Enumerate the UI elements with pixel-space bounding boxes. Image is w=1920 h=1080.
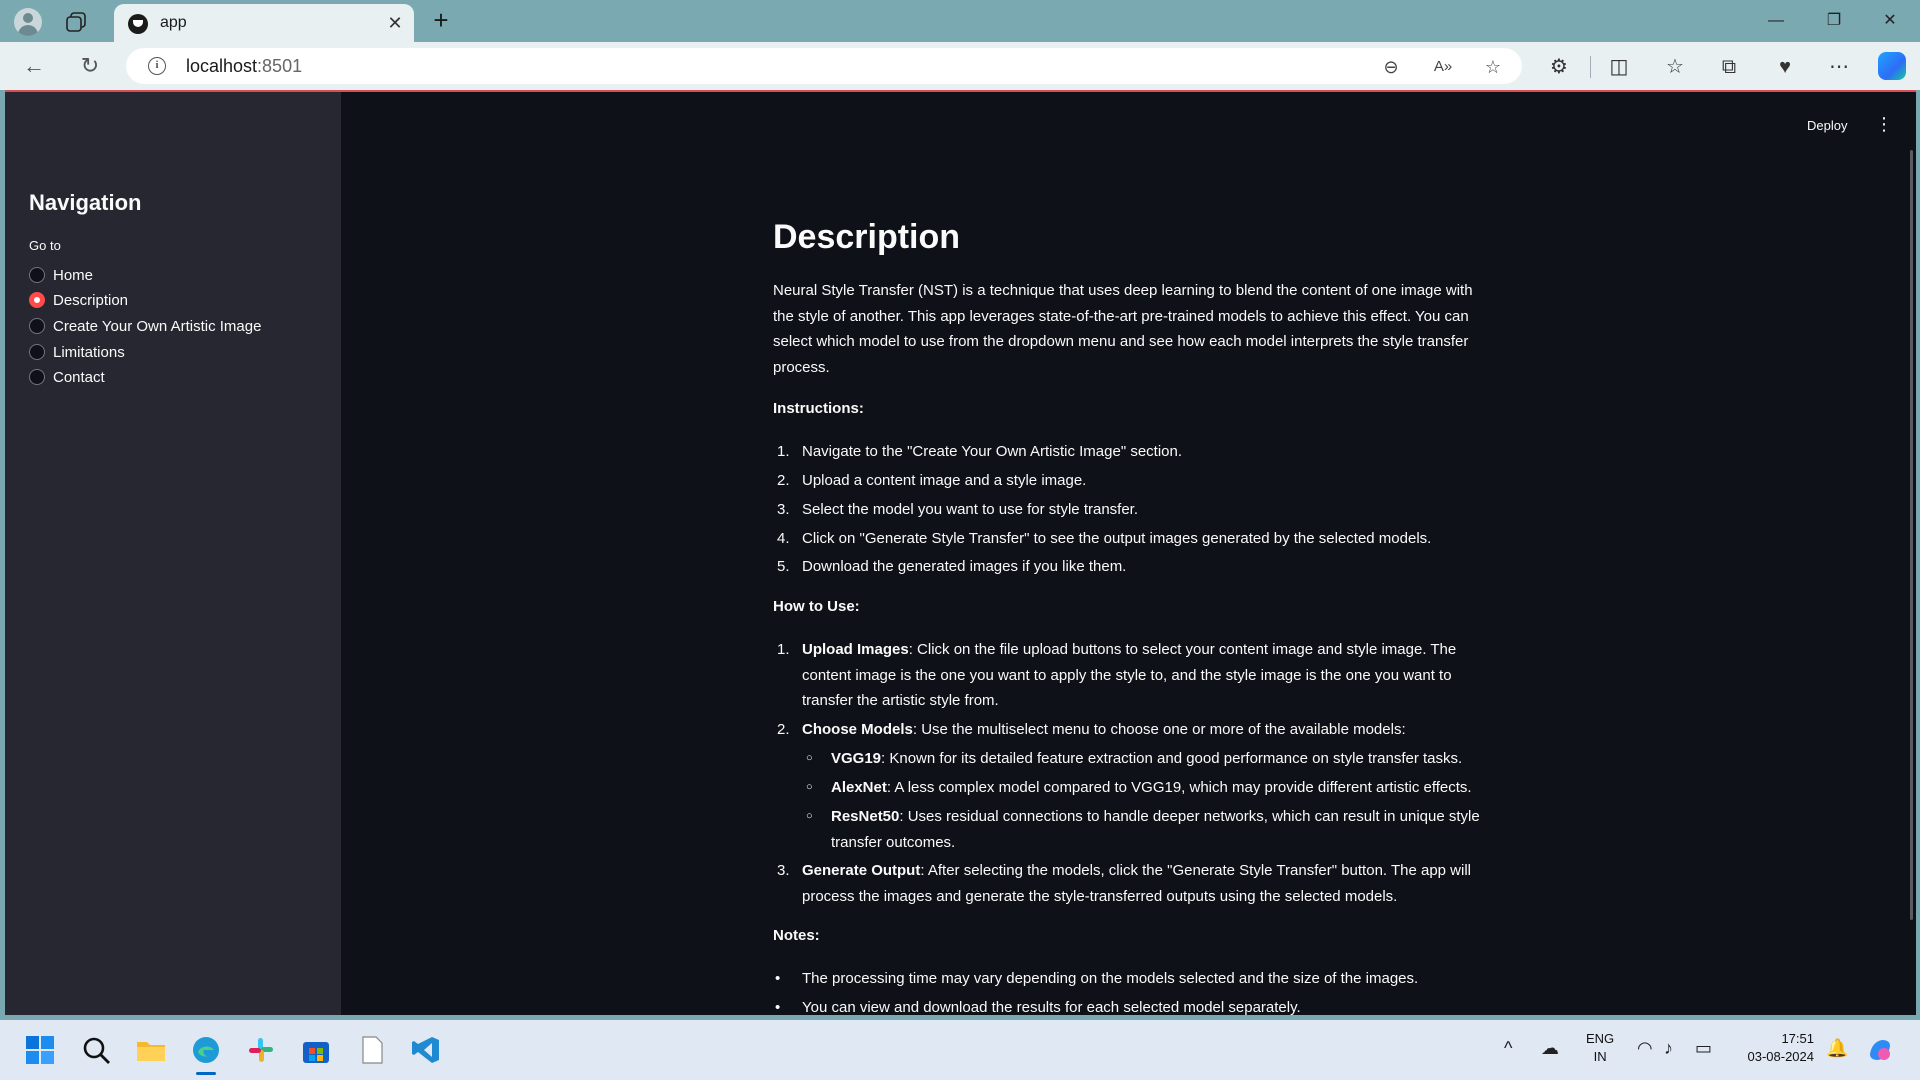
sidebar: Navigation Go to Home Description Create…	[5, 92, 341, 1015]
radio-button-selected[interactable]	[29, 292, 45, 308]
window-close-icon[interactable]: ✕	[1870, 6, 1910, 36]
list-item-text: Download the generated images if you lik…	[802, 558, 1127, 575]
clock-date: 03-08-2024	[1747, 1049, 1815, 1064]
list-item-text: Select the model you want to use for sty…	[802, 501, 1139, 518]
list-item-text: Click on "Generate Style Transfer" to se…	[802, 530, 1432, 547]
list-item-text: : Use the multiselect menu to choose one…	[912, 721, 1406, 738]
nav-option-label: Create Your Own Artistic Image	[53, 317, 262, 335]
start-windows-icon[interactable]	[24, 1034, 56, 1066]
nav-option-label: Home	[53, 266, 94, 284]
address-bar[interactable]: i localhost:8501 ⊖ A» ☆	[126, 48, 1522, 84]
radio-button[interactable]	[29, 318, 45, 334]
radio-group-label: Go to	[29, 238, 61, 253]
copilot-icon[interactable]	[1878, 52, 1906, 80]
language-indicator[interactable]: ENG IN	[1586, 1030, 1614, 1066]
list-item-text: Upload a content image and a style image…	[802, 472, 1087, 489]
model-name: VGG19	[831, 750, 882, 767]
read-aloud-icon[interactable]: A»	[1432, 56, 1454, 78]
workspaces-icon[interactable]	[64, 10, 90, 34]
list-item-bold: Choose Models	[802, 721, 913, 738]
more-options-icon[interactable]: ⋯	[1826, 54, 1852, 80]
nav-option-limitations[interactable]: Limitations	[29, 341, 125, 363]
restore-icon[interactable]: ❐	[1814, 6, 1854, 36]
notification-bell-icon[interactable]: 🔔	[1826, 1038, 1848, 1059]
nav-option-label: Limitations	[53, 343, 125, 361]
refresh-icon[interactable]: ↻	[76, 52, 104, 80]
site-info-icon[interactable]: i	[148, 57, 166, 75]
instructions-heading: Instructions:	[773, 400, 864, 417]
notes-heading: Notes:	[773, 927, 820, 944]
edge-browser-icon[interactable]	[190, 1034, 222, 1075]
url-host: localhost	[186, 56, 258, 76]
nav-option-label: Description	[53, 291, 129, 309]
toolbar-divider	[1590, 56, 1591, 78]
model-desc: : A less complex model compared to VGG19…	[886, 779, 1472, 796]
volume-icon[interactable]: ♪	[1664, 1038, 1673, 1059]
taskbar: ^ ☁ ENG IN ◠ ♪ ▭ 17:51 03-08-2024 🔔	[0, 1020, 1920, 1080]
collections-icon[interactable]: ⧉	[1716, 54, 1742, 80]
main-menu-icon[interactable]: ⋮	[1875, 114, 1893, 136]
model-name: ResNet50	[831, 808, 900, 825]
page-title: Description	[773, 218, 961, 256]
zoom-icon[interactable]: ⊖	[1380, 56, 1402, 78]
main-content: Description Neural Style Transfer (NST) …	[773, 92, 1493, 1015]
nav-option-contact[interactable]: Contact	[29, 366, 105, 388]
region-code: IN	[1593, 1049, 1607, 1064]
file-explorer-icon[interactable]	[135, 1034, 167, 1066]
browser-essentials-icon[interactable]: ♥	[1772, 54, 1798, 80]
list-item-text: The processing time may vary depending o…	[802, 970, 1419, 987]
deploy-button[interactable]: Deploy	[1807, 118, 1847, 133]
extensions-icon[interactable]: ⚙	[1546, 54, 1572, 80]
tab-title: app	[160, 14, 187, 31]
favorites-icon[interactable]: ☆	[1662, 54, 1688, 80]
close-tab-icon[interactable]: ✕	[384, 12, 406, 34]
onedrive-icon[interactable]: ☁	[1541, 1038, 1559, 1059]
new-tab-button[interactable]: +	[428, 7, 454, 34]
wifi-icon[interactable]: ◠	[1637, 1038, 1653, 1059]
tab-strip: app ✕ + — ❐ ✕	[0, 0, 1920, 42]
streamlit-favicon-icon	[128, 14, 148, 34]
battery-icon[interactable]: ▭	[1695, 1038, 1712, 1059]
show-hidden-icons-icon[interactable]: ^	[1504, 1038, 1512, 1059]
scrollbar[interactable]	[1910, 150, 1913, 920]
radio-button[interactable]	[29, 369, 45, 385]
slack-icon[interactable]	[245, 1034, 277, 1066]
nav-option-label: Contact	[53, 368, 105, 386]
language-code: ENG	[1586, 1031, 1615, 1046]
copilot-taskbar-icon[interactable]	[1866, 1036, 1894, 1069]
howto-heading: How to Use:	[773, 598, 860, 615]
microsoft-store-icon[interactable]	[300, 1034, 332, 1066]
list-item-bold: Generate Output	[802, 862, 921, 879]
model-name: AlexNet	[831, 779, 887, 796]
minimize-icon[interactable]: —	[1756, 6, 1796, 36]
nav-option-home[interactable]: Home	[29, 264, 93, 286]
model-desc: : Known for its detailed feature extract…	[881, 750, 1463, 767]
list-item-bold: Upload Images	[802, 641, 909, 658]
radio-button[interactable]	[29, 344, 45, 360]
notepad-file-icon[interactable]	[356, 1034, 388, 1066]
app-viewport: Navigation Go to Home Description Create…	[5, 90, 1916, 1015]
radio-button[interactable]	[29, 267, 45, 283]
back-icon[interactable]: ←	[20, 52, 48, 80]
list-item-text: Navigate to the "Create Your Own Artisti…	[802, 443, 1183, 460]
vscode-icon[interactable]	[410, 1034, 442, 1066]
clock-time: 17:51	[1781, 1031, 1814, 1046]
nav-option-create[interactable]: Create Your Own Artistic Image	[29, 315, 261, 337]
list-item-text: You can view and download the results fo…	[802, 999, 1301, 1015]
intro-paragraph: Neural Style Transfer (NST) is a techniq…	[773, 282, 1473, 376]
search-icon[interactable]	[80, 1034, 112, 1066]
url-port: :8501	[257, 56, 303, 76]
model-desc: : Uses residual connections to handle de…	[831, 808, 1480, 851]
nav-option-description[interactable]: Description	[29, 289, 128, 311]
browser-tab[interactable]: app ✕	[114, 4, 414, 42]
url-text: localhost:8501	[186, 56, 302, 77]
split-screen-icon[interactable]: ◫	[1606, 54, 1632, 80]
browser-toolbar: ← ↻ i localhost:8501 ⊖ A» ☆ ⚙ ◫ ☆ ⧉ ♥ ⋯	[0, 42, 1920, 90]
favorite-star-icon[interactable]: ☆	[1482, 56, 1504, 78]
clock[interactable]: 17:51 03-08-2024	[1734, 1030, 1815, 1066]
profile-avatar[interactable]	[14, 8, 42, 36]
sidebar-title: Navigation	[29, 190, 142, 215]
